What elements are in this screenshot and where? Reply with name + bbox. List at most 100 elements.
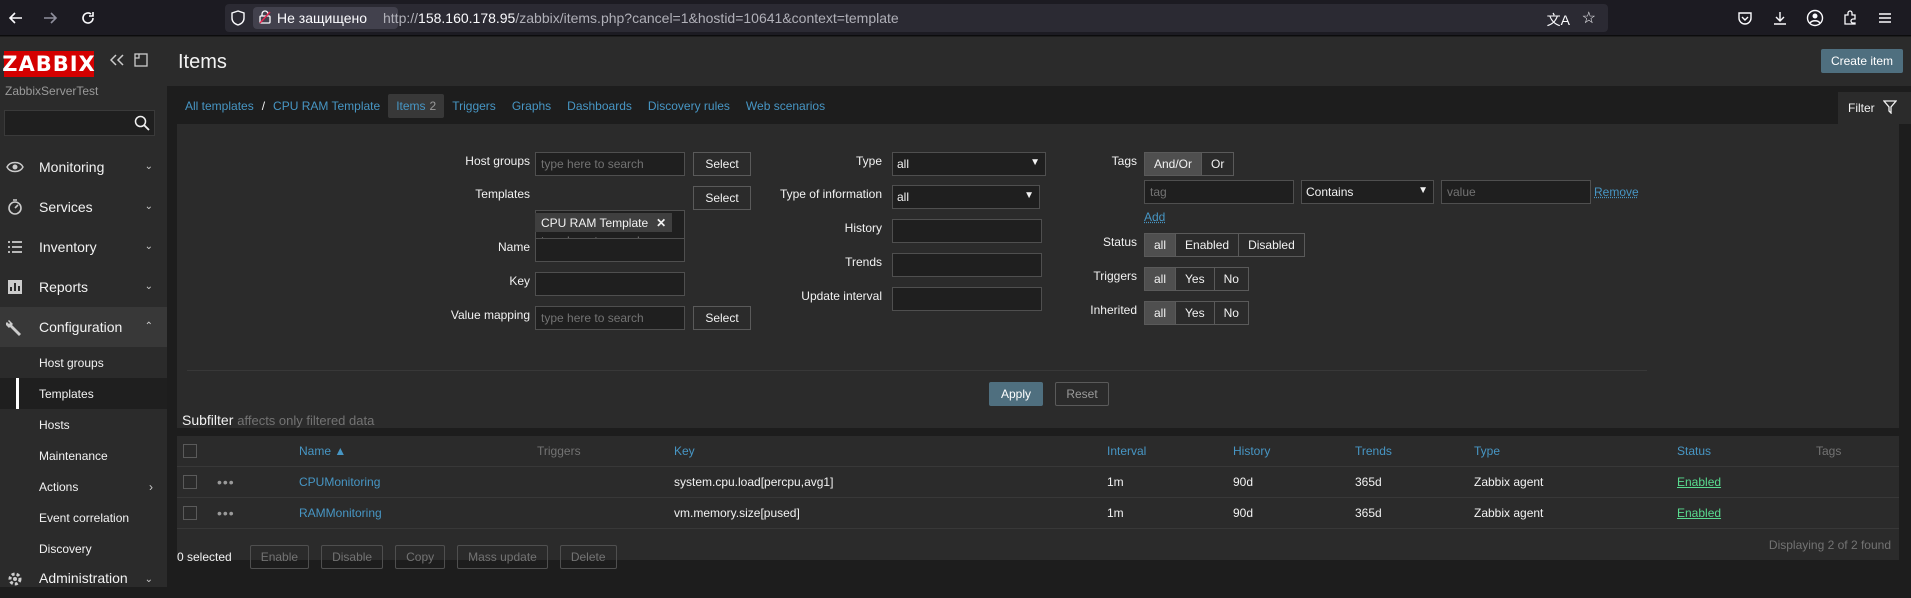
inherited-yes[interactable]: Yes [1175, 301, 1215, 325]
security-indicator[interactable]: Не защищено [253, 7, 398, 29]
triggers-no[interactable]: No [1213, 267, 1249, 291]
more-options-icon[interactable]: ••• [217, 467, 235, 497]
chevron-down-icon: ⌄ [144, 241, 153, 252]
inherited-all[interactable]: all [1144, 301, 1177, 325]
menu-services[interactable]: Services ⌄ [0, 187, 167, 227]
item-status-link[interactable]: Enabled [1677, 467, 1721, 497]
reset-button[interactable]: Reset [1055, 382, 1109, 406]
chevron-down-icon: ▼ [1030, 157, 1040, 168]
apply-button[interactable]: Apply [989, 382, 1043, 406]
type-of-information-select[interactable]: all ▼ [892, 185, 1040, 209]
status-disabled[interactable]: Disabled [1238, 233, 1305, 257]
menu-monitoring[interactable]: Monitoring ⌄ [0, 147, 167, 187]
sidebar-search-input[interactable] [4, 110, 155, 136]
tag-name-input[interactable]: tag [1144, 180, 1294, 204]
create-item-button[interactable]: Create item [1820, 49, 1903, 73]
pocket-icon[interactable] [1733, 6, 1757, 30]
select-all-checkbox[interactable] [183, 436, 197, 466]
submenu-host-groups[interactable]: Host groups [0, 347, 167, 378]
kiosk-mode-icon[interactable] [134, 53, 148, 70]
header-interval[interactable]: Interval [1107, 436, 1146, 466]
extensions-icon[interactable] [1838, 6, 1862, 30]
tag-value-input[interactable]: value [1441, 180, 1591, 204]
type-select[interactable]: all ▼ [892, 152, 1046, 176]
lock-broken-icon [259, 9, 271, 27]
menu-configuration[interactable]: Configuration ⌃ [0, 307, 167, 347]
close-icon[interactable]: ✕ [656, 216, 666, 230]
header-type[interactable]: Type [1474, 436, 1500, 466]
history-input[interactable] [892, 219, 1042, 243]
menu-reports[interactable]: Reports ⌄ [0, 267, 167, 307]
breadcrumb-all-templates[interactable]: All templates [177, 94, 262, 118]
header-history[interactable]: History [1233, 436, 1270, 466]
value-mapping-input[interactable]: type here to search [535, 306, 685, 330]
delete-button[interactable]: Delete [559, 545, 617, 569]
status-enabled[interactable]: Enabled [1175, 233, 1240, 257]
filter-tab[interactable]: Filter [1838, 92, 1911, 124]
back-icon[interactable] [4, 6, 28, 30]
url-bar[interactable]: Не защищено http://158.160.178.95/zabbix… [225, 4, 1608, 32]
star-icon[interactable]: ☆ [1582, 8, 1596, 28]
inherited-no[interactable]: No [1213, 301, 1249, 325]
add-tag-link[interactable]: Add [1144, 210, 1165, 224]
account-icon[interactable] [1803, 6, 1827, 30]
collapse-sidebar-icon[interactable] [109, 53, 124, 70]
tag-operator-select[interactable]: Contains ▼ [1301, 180, 1434, 204]
trends-label: Trends [845, 255, 882, 269]
menu-administration[interactable]: Administration ⌄ [0, 564, 167, 598]
reload-icon[interactable] [76, 6, 100, 30]
remove-tag-link[interactable]: Remove [1594, 185, 1639, 199]
tab-items[interactable]: Items 2 [388, 94, 445, 118]
header-key[interactable]: Key [674, 436, 695, 466]
triggers-all[interactable]: all [1144, 267, 1177, 291]
chart-icon [6, 278, 24, 296]
forward-icon[interactable] [38, 6, 62, 30]
gear-icon [6, 570, 24, 588]
enable-button[interactable]: Enable [249, 545, 310, 569]
shield-icon[interactable] [231, 10, 245, 29]
tab-web-scenarios[interactable]: Web scenarios [738, 94, 833, 118]
disable-button[interactable]: Disable [321, 545, 384, 569]
copy-button[interactable]: Copy [395, 545, 446, 569]
mass-update-button[interactable]: Mass update [457, 545, 548, 569]
trends-input[interactable] [892, 253, 1042, 277]
header-status[interactable]: Status [1677, 436, 1711, 466]
row-checkbox[interactable] [183, 498, 197, 528]
zabbix-logo[interactable]: ZABBIX [2, 51, 95, 77]
breadcrumb-template[interactable]: CPU RAM Template [265, 94, 388, 118]
search-icon[interactable] [134, 115, 150, 134]
tab-graphs[interactable]: Graphs [504, 94, 559, 118]
items-count: 2 [429, 99, 437, 113]
update-interval-input[interactable] [892, 287, 1042, 311]
menu-inventory[interactable]: Inventory ⌄ [0, 227, 167, 267]
submenu-maintenance[interactable]: Maintenance [0, 440, 167, 471]
submenu-hosts[interactable]: Hosts [0, 409, 167, 440]
submenu-templates[interactable]: Templates [0, 378, 167, 409]
status-all[interactable]: all [1144, 233, 1177, 257]
header-trends[interactable]: Trends [1355, 436, 1392, 466]
subfilter-title: Subfilter [182, 412, 234, 428]
translate-icon[interactable]: 文A [1547, 10, 1570, 30]
name-input[interactable] [535, 238, 685, 262]
header-name[interactable]: Name ▲ [299, 436, 346, 466]
tab-triggers[interactable]: Triggers [444, 94, 504, 118]
submenu-event-correlation[interactable]: Event correlation [0, 502, 167, 533]
more-options-icon[interactable]: ••• [217, 498, 235, 528]
url-text[interactable]: http://158.160.178.95/zabbix/items.php?c… [383, 10, 899, 26]
row-checkbox[interactable] [183, 467, 197, 497]
triggers-yes[interactable]: Yes [1175, 267, 1215, 291]
host-groups-input[interactable]: type here to search [535, 152, 685, 176]
and-or-option[interactable]: And/Or [1144, 152, 1203, 176]
tab-discovery-rules[interactable]: Discovery rules [640, 94, 738, 118]
or-option[interactable]: Or [1201, 152, 1235, 176]
tab-dashboards[interactable]: Dashboards [559, 94, 640, 118]
key-input[interactable] [535, 272, 685, 296]
item-status-link[interactable]: Enabled [1677, 498, 1721, 528]
item-name-link[interactable]: RAMMonitoring [299, 498, 382, 528]
submenu-actions[interactable]: Actions › [0, 471, 167, 502]
download-icon[interactable] [1768, 6, 1792, 30]
submenu-discovery[interactable]: Discovery [0, 533, 167, 564]
hamburger-menu-icon[interactable] [1873, 6, 1897, 30]
item-name-link[interactable]: CPUMonitoring [299, 467, 380, 497]
value-mapping-select-button[interactable]: Select [693, 306, 751, 330]
